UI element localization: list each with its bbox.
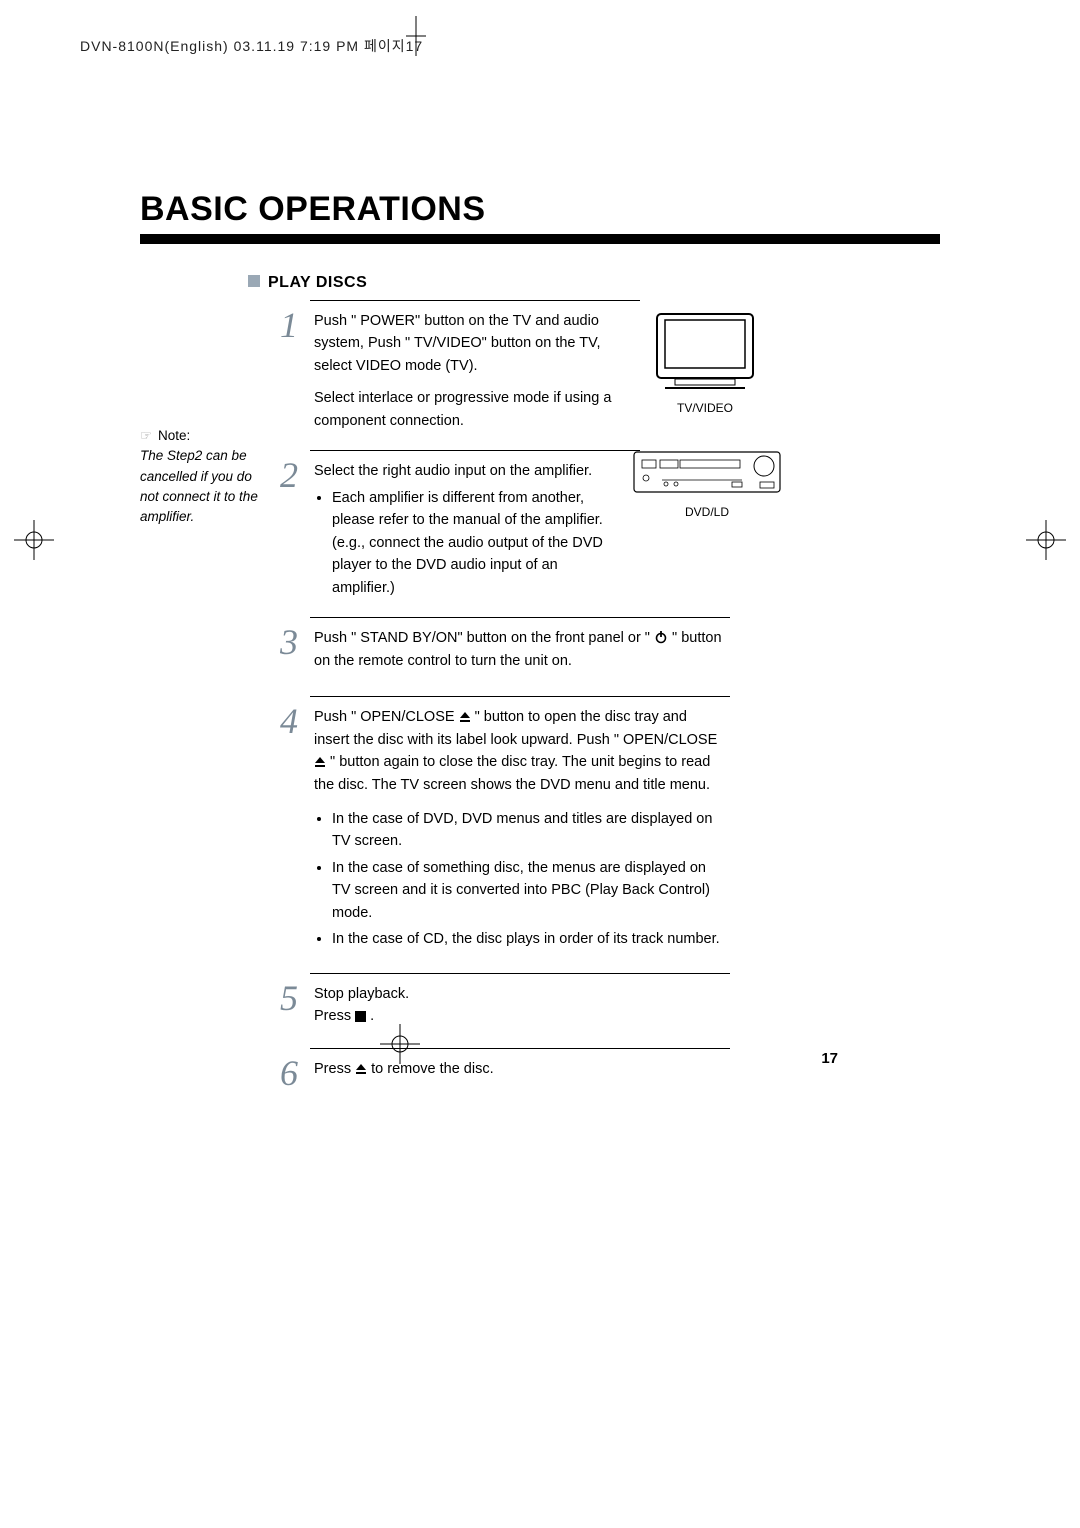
eject-icon <box>314 754 326 770</box>
note-label: Note: <box>158 428 190 443</box>
steps-list: 1 Push " POWER" button on the TV and aud… <box>280 300 720 1080</box>
step-divider <box>310 973 730 974</box>
running-header: DVN-8100N(English) 03.11.19 7:19 PM 페이지1… <box>80 36 423 56</box>
step-number: 1 <box>274 304 304 346</box>
step-divider <box>310 617 730 618</box>
step-divider <box>310 450 640 451</box>
eject-icon <box>355 1061 367 1077</box>
step-text: Select interlace or progressive mode if … <box>314 387 624 432</box>
step-number: 4 <box>274 700 304 742</box>
step-2: 2 Select the right audio input on the am… <box>280 450 720 599</box>
note-body: The Step2 can be cancelled if you do not… <box>140 446 260 527</box>
register-mark-right <box>1026 520 1066 565</box>
section-heading: PLAY DISCS <box>268 274 367 292</box>
step-number: 5 <box>274 977 304 1019</box>
step-number: 2 <box>274 454 304 496</box>
manual-page: DVN-8100N(English) 03.11.19 7:19 PM 페이지1… <box>0 0 1080 1528</box>
power-icon <box>654 630 668 646</box>
step-text: Push " STAND BY/ON" button on the front … <box>314 630 654 646</box>
note-sidebar: ☞Note: The Step2 can be cancelled if you… <box>140 426 260 527</box>
stop-icon <box>355 1008 366 1024</box>
content-area: BASIC OPERATIONS PLAY DISCS ☞Note: The S… <box>50 80 1030 1460</box>
step-bullets: Each amplifier is different from another… <box>314 487 624 599</box>
step-6: 6 Press to remove the disc. <box>280 1048 720 1080</box>
step-bullets: In the case of DVD, DVD menus and titles… <box>314 808 724 951</box>
step-1: 1 Push " POWER" button on the TV and aud… <box>280 300 720 432</box>
eject-icon <box>459 709 471 725</box>
bullet-item: In the case of something disc, the menus… <box>332 857 724 924</box>
step-5: 5 Stop playback. Press . <box>280 973 720 1028</box>
step-divider <box>310 1048 730 1049</box>
step-text: Push " OPEN/CLOSE <box>314 709 459 725</box>
step-text: Push " POWER" button on the TV and audio… <box>314 310 624 377</box>
pointing-hand-icon: ☞ <box>140 426 158 446</box>
bullet-item: In the case of DVD, DVD menus and titles… <box>332 808 724 853</box>
step-number: 3 <box>274 621 304 663</box>
bullet-item: In the case of CD, the disc plays in ord… <box>332 928 724 950</box>
step-text: Select the right audio input on the ampl… <box>314 460 624 482</box>
page-number: 17 <box>821 1050 838 1067</box>
step-3: 3 Push " STAND BY/ON" button on the fron… <box>280 617 720 672</box>
register-mark-left <box>14 520 54 565</box>
step-text: Press <box>314 1008 355 1024</box>
step-text: " button again to close the disc tray. T… <box>314 754 710 792</box>
step-4: 4 Push " OPEN/CLOSE " button to open the… <box>280 696 720 951</box>
header-crop-mark <box>406 16 426 61</box>
step-text: Press <box>314 1061 355 1077</box>
step-number: 6 <box>274 1052 304 1094</box>
section-bullet <box>248 275 260 287</box>
page-title: BASIC OPERATIONS <box>140 190 486 229</box>
step-divider <box>310 300 640 301</box>
step-divider <box>310 696 730 697</box>
title-underline <box>140 234 940 242</box>
bullet-item: Each amplifier is different from another… <box>332 487 624 599</box>
step-text: . <box>370 1008 374 1024</box>
step-text: to remove the disc. <box>371 1061 494 1077</box>
step-text: Stop playback. <box>314 983 724 1005</box>
